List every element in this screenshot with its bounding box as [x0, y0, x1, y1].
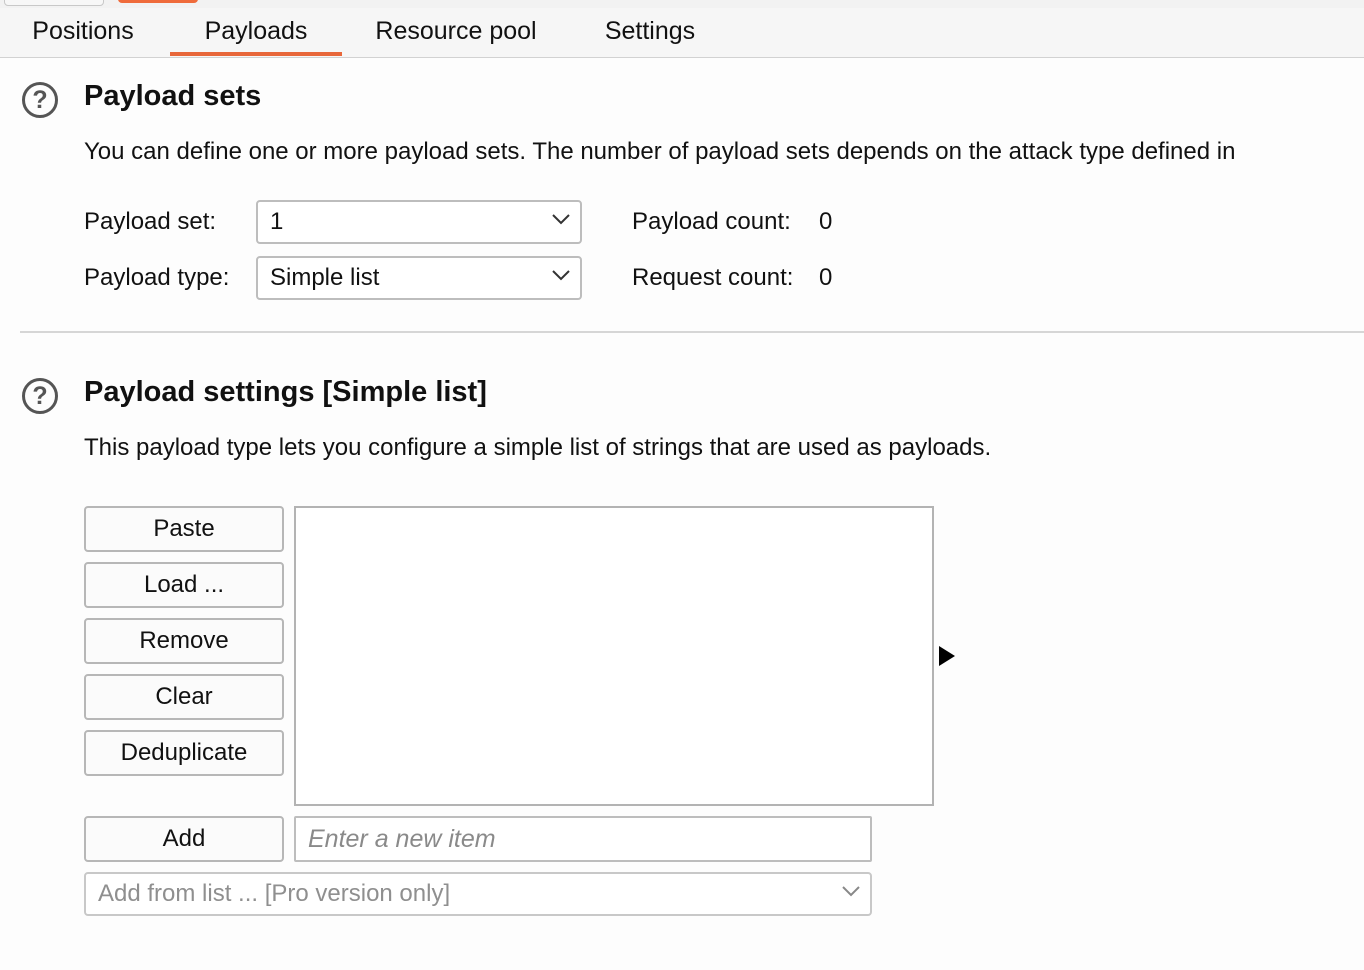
payload-type-select[interactable]: Simple list — [256, 256, 582, 300]
chevron-down-icon — [552, 269, 570, 283]
tab-payloads[interactable]: Payloads — [170, 8, 342, 56]
deduplicate-button[interactable]: Deduplicate — [84, 730, 284, 776]
remove-button[interactable]: Remove — [84, 618, 284, 664]
chevron-down-icon — [552, 213, 570, 227]
payload-type-label: Payload type: — [84, 264, 230, 291]
top-tab-edge-active[interactable] — [118, 0, 198, 3]
top-tab-edge[interactable] — [4, 0, 104, 6]
payload-settings-help-icon[interactable]: ? — [22, 378, 58, 414]
payload-set-select[interactable]: 1 — [256, 200, 582, 244]
payload-settings-title: Payload settings [Simple list] — [84, 376, 487, 408]
tab-resource-pool[interactable]: Resource pool — [366, 8, 546, 56]
new-item-input[interactable] — [294, 816, 872, 862]
payload-settings-description: This payload type lets you configure a s… — [84, 434, 992, 461]
tab-bar: Positions Payloads Resource pool Setting… — [0, 8, 1364, 58]
payload-count-value: 0 — [819, 208, 833, 235]
add-from-list-select[interactable]: Add from list ... [Pro version only] — [84, 872, 872, 916]
request-count-value: 0 — [819, 264, 833, 291]
payload-sets-help-icon[interactable]: ? — [22, 82, 58, 118]
add-from-list-label: Add from list ... [Pro version only] — [98, 880, 451, 907]
payload-list[interactable] — [294, 506, 934, 806]
request-count-label: Request count: — [632, 264, 794, 291]
payload-set-label: Payload set: — [84, 208, 217, 235]
payload-sets-title: Payload sets — [84, 80, 262, 112]
load-button[interactable]: Load ... — [84, 562, 284, 608]
paste-button[interactable]: Paste — [84, 506, 284, 552]
tab-positions[interactable]: Positions — [20, 8, 146, 56]
section-divider — [20, 331, 1364, 333]
payload-set-value: 1 — [270, 208, 284, 235]
expand-arrow-icon[interactable] — [938, 645, 956, 667]
payload-sets-description: You can define one or more payload sets.… — [84, 138, 1236, 165]
tab-settings[interactable]: Settings — [596, 8, 704, 56]
clear-button[interactable]: Clear — [84, 674, 284, 720]
payload-type-value: Simple list — [270, 264, 380, 291]
payload-count-label: Payload count: — [632, 208, 791, 235]
add-button[interactable]: Add — [84, 816, 284, 862]
chevron-down-icon — [842, 885, 860, 899]
